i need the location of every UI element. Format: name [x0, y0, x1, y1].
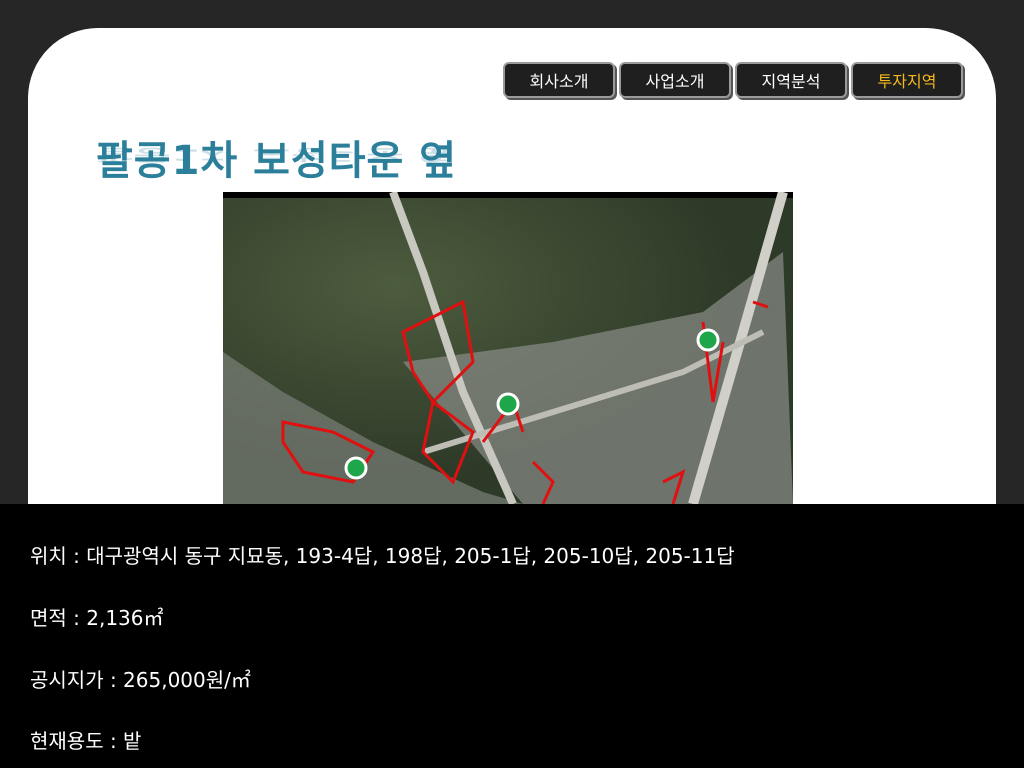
nav-investment-region[interactable]: 투자지역	[851, 62, 963, 98]
marker	[496, 392, 520, 416]
nav-region-analysis[interactable]: 지역분석	[735, 62, 847, 98]
price-text: 공시지가 : 265,000원/㎡	[30, 668, 251, 692]
satellite-map	[223, 192, 793, 504]
property-details: 위치 : 대구광역시 동구 지묘동, 193-4답, 198답, 205-1답,…	[0, 504, 1024, 768]
top-nav: 회사소개 사업소개 지역분석 투자지역	[503, 62, 963, 98]
marker	[696, 328, 720, 352]
area-text: 면적 : 2,136㎡	[30, 606, 164, 630]
location-text: 위치 : 대구광역시 동구 지묘동, 193-4답, 198답, 205-1답,…	[30, 544, 735, 568]
nav-business-intro[interactable]: 사업소개	[619, 62, 731, 98]
page-title-reflection: 팔공1차 보성타운 옆	[96, 145, 458, 164]
nav-company-intro[interactable]: 회사소개	[503, 62, 615, 98]
usage-text: 현재용도 : 밭	[30, 729, 142, 753]
marker	[344, 456, 368, 480]
